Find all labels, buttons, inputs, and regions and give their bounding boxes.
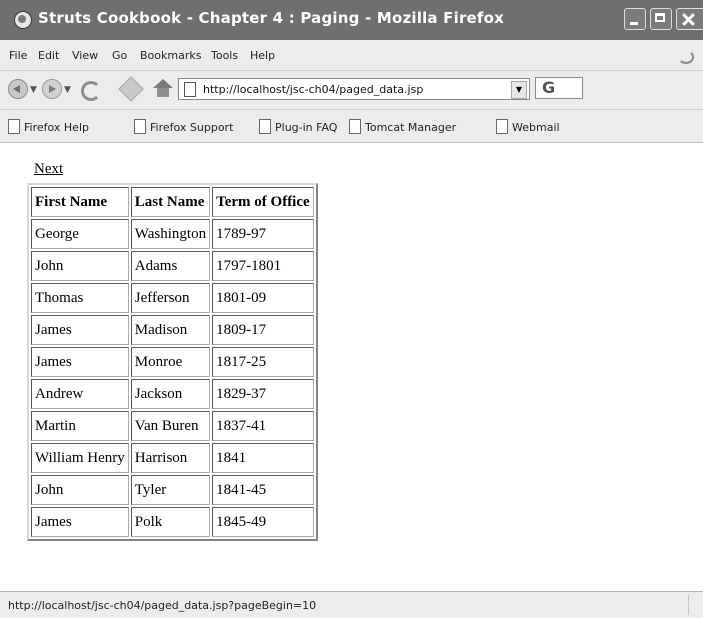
- term-cell: 1789-97: [212, 219, 314, 249]
- reload-icon[interactable]: [80, 79, 102, 101]
- presidents-table: First Name Last Name Term of Office Geor…: [27, 183, 318, 541]
- menu-bar: File Edit View Go Bookmarks Tools Help: [0, 40, 703, 71]
- last-name-cell: Washington: [130, 219, 211, 249]
- resize-grip[interactable]: [688, 595, 703, 615]
- bookmark-label: Webmail: [512, 121, 560, 134]
- throbber-icon: [678, 50, 694, 64]
- status-text: http://localhost/jsc-ch04/paged_data.jsp…: [8, 599, 317, 612]
- stop-icon[interactable]: [118, 76, 144, 102]
- bookmark-page-icon: [349, 119, 361, 134]
- menu-bookmarks[interactable]: Bookmarks: [140, 49, 201, 62]
- bookmark-page-icon: [259, 119, 271, 134]
- table-row: Martin Van Buren 1837-41: [31, 411, 314, 441]
- menu-view[interactable]: View: [72, 49, 98, 62]
- term-cell: 1841: [212, 443, 314, 473]
- column-header: First Name: [31, 187, 129, 217]
- menu-go[interactable]: Go: [112, 49, 127, 62]
- search-box[interactable]: G: [535, 77, 583, 99]
- address-bar[interactable]: http://localhost/jsc-ch04/paged_data.jsp…: [178, 78, 530, 100]
- address-input[interactable]: http://localhost/jsc-ch04/paged_data.jsp: [203, 83, 423, 96]
- back-arrow-icon[interactable]: [8, 79, 28, 99]
- table-row: John Tyler 1841-45: [31, 475, 314, 505]
- bookmark-label: Firefox Support: [150, 121, 234, 134]
- bookmark-firefox-help[interactable]: Firefox Help: [8, 119, 89, 134]
- term-cell: 1841-45: [212, 475, 314, 505]
- table-row: James Monroe 1817-25: [31, 347, 314, 377]
- maximize-button[interactable]: [650, 8, 672, 30]
- first-name-cell: George: [31, 219, 129, 249]
- table-row: James Madison 1809-17: [31, 315, 314, 345]
- menu-help[interactable]: Help: [250, 49, 275, 62]
- minimize-button[interactable]: [624, 8, 646, 30]
- first-name-cell: Andrew: [31, 379, 129, 409]
- bookmark-webmail[interactable]: Webmail: [496, 119, 560, 134]
- last-name-cell: Harrison: [130, 443, 211, 473]
- bookmark-page-icon: [496, 119, 508, 134]
- bookmark-label: Tomcat Manager: [365, 121, 457, 134]
- page-content: Next First Name Last Name Term of Office…: [0, 143, 703, 589]
- home-icon[interactable]: [153, 79, 173, 97]
- bookmarks-toolbar: Firefox Help Firefox Support Plug-in FAQ…: [0, 110, 703, 143]
- forward-arrow-icon[interactable]: [42, 79, 62, 99]
- menu-edit[interactable]: Edit: [38, 49, 59, 62]
- last-name-cell: Van Buren: [130, 411, 211, 441]
- table-row: Andrew Jackson 1829-37: [31, 379, 314, 409]
- first-name-cell: John: [31, 251, 129, 281]
- first-name-cell: William Henry: [31, 443, 129, 473]
- last-name-cell: Jefferson: [130, 283, 211, 313]
- table-row: William Henry Harrison 1841: [31, 443, 314, 473]
- bookmark-tomcat-manager[interactable]: Tomcat Manager: [349, 119, 456, 134]
- term-cell: 1829-37: [212, 379, 314, 409]
- last-name-cell: Polk: [130, 507, 211, 537]
- term-cell: 1817-25: [212, 347, 314, 377]
- first-name-cell: Martin: [31, 411, 129, 441]
- url-history-dropdown-icon[interactable]: ▼: [511, 81, 527, 99]
- term-cell: 1845-49: [212, 507, 314, 537]
- forward-history-dropdown-icon[interactable]: ▼: [64, 85, 71, 95]
- term-cell: 1797-1801: [212, 251, 314, 281]
- last-name-cell: Jackson: [130, 379, 211, 409]
- column-header: Last Name: [130, 187, 211, 217]
- next-page-link[interactable]: Next: [34, 161, 63, 178]
- first-name-cell: James: [31, 315, 129, 345]
- column-header: Term of Office: [212, 187, 314, 217]
- table-row: John Adams 1797-1801: [31, 251, 314, 281]
- status-bar: http://localhost/jsc-ch04/paged_data.jsp…: [0, 591, 703, 618]
- close-button[interactable]: [676, 8, 703, 30]
- term-cell: 1801-09: [212, 283, 314, 313]
- table-row: George Washington 1789-97: [31, 219, 314, 249]
- last-name-cell: Monroe: [130, 347, 211, 377]
- first-name-cell: John: [31, 475, 129, 505]
- bookmark-label: Plug-in FAQ: [275, 121, 338, 134]
- last-name-cell: Tyler: [130, 475, 211, 505]
- search-engine-icon[interactable]: G: [542, 78, 555, 97]
- title-bar: Struts Cookbook - Chapter 4 : Paging - M…: [0, 0, 703, 41]
- table-header-row: First Name Last Name Term of Office: [31, 187, 314, 217]
- page-icon: [184, 82, 196, 97]
- term-cell: 1809-17: [212, 315, 314, 345]
- last-name-cell: Adams: [130, 251, 211, 281]
- bookmark-firefox-support[interactable]: Firefox Support: [134, 119, 233, 134]
- table-row: James Polk 1845-49: [31, 507, 314, 537]
- table-row: Thomas Jefferson 1801-09: [31, 283, 314, 313]
- first-name-cell: James: [31, 347, 129, 377]
- bookmark-page-icon: [134, 119, 146, 134]
- bookmark-label: Firefox Help: [24, 121, 89, 134]
- menu-tools[interactable]: Tools: [211, 49, 238, 62]
- menu-file[interactable]: File: [9, 49, 27, 62]
- window-title: Struts Cookbook - Chapter 4 : Paging - M…: [38, 9, 505, 27]
- firefox-logo-icon: [14, 11, 32, 29]
- term-cell: 1837-41: [212, 411, 314, 441]
- bookmark-plugin-faq[interactable]: Plug-in FAQ: [259, 119, 337, 134]
- first-name-cell: Thomas: [31, 283, 129, 313]
- first-name-cell: James: [31, 507, 129, 537]
- last-name-cell: Madison: [130, 315, 211, 345]
- navigation-toolbar: ▼ ▼ http://localhost/jsc-ch04/paged_data…: [0, 71, 703, 110]
- back-history-dropdown-icon[interactable]: ▼: [30, 85, 37, 95]
- bookmark-page-icon: [8, 119, 20, 134]
